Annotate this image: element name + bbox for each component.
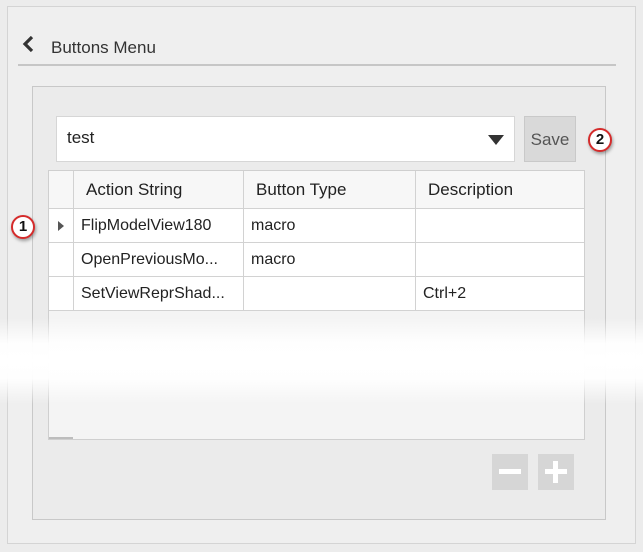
cell-action-string[interactable]: SetViewReprShad...: [73, 277, 243, 310]
chevron-down-icon[interactable]: [488, 135, 504, 145]
buttons-grid: Action String Button Type Description Fl…: [48, 170, 585, 440]
cell-action-string[interactable]: OpenPreviousMo...: [73, 243, 243, 276]
cell-button-type[interactable]: [243, 277, 415, 310]
cell-description[interactable]: [415, 243, 584, 276]
menu-select[interactable]: test: [56, 116, 515, 162]
column-header-action-string[interactable]: Action String: [73, 171, 243, 208]
row-selector[interactable]: [49, 209, 73, 242]
column-header-button-type[interactable]: Button Type: [243, 171, 415, 208]
table-row[interactable]: SetViewReprShad... Ctrl+2: [49, 277, 584, 311]
column-header-description[interactable]: Description: [415, 171, 584, 208]
save-button[interactable]: Save: [524, 116, 576, 162]
callout-badge-1: 1: [11, 215, 35, 239]
cell-button-type[interactable]: macro: [243, 209, 415, 242]
chevron-left-icon[interactable]: [22, 35, 34, 53]
grid-header: Action String Button Type Description: [49, 171, 584, 209]
cell-button-type[interactable]: macro: [243, 243, 415, 276]
row-selector[interactable]: [49, 243, 73, 276]
current-row-arrow-icon: [58, 221, 64, 231]
table-row[interactable]: FlipModelView180 macro: [49, 209, 584, 243]
minus-icon: [499, 469, 521, 474]
grid-scroll-indicator: [49, 437, 73, 439]
row-selector[interactable]: [49, 277, 73, 310]
page-title: Buttons Menu: [51, 38, 156, 57]
cell-description[interactable]: Ctrl+2: [415, 277, 584, 310]
menu-select-value: test: [67, 128, 95, 147]
table-row[interactable]: OpenPreviousMo... macro: [49, 243, 584, 277]
cell-action-string[interactable]: FlipModelView180: [73, 209, 243, 242]
remove-row-button[interactable]: [492, 454, 528, 490]
callout-badge-2: 2: [588, 128, 612, 152]
add-row-button[interactable]: [538, 454, 574, 490]
cell-description[interactable]: [415, 209, 584, 242]
header-bar: Buttons Menu: [18, 32, 616, 66]
